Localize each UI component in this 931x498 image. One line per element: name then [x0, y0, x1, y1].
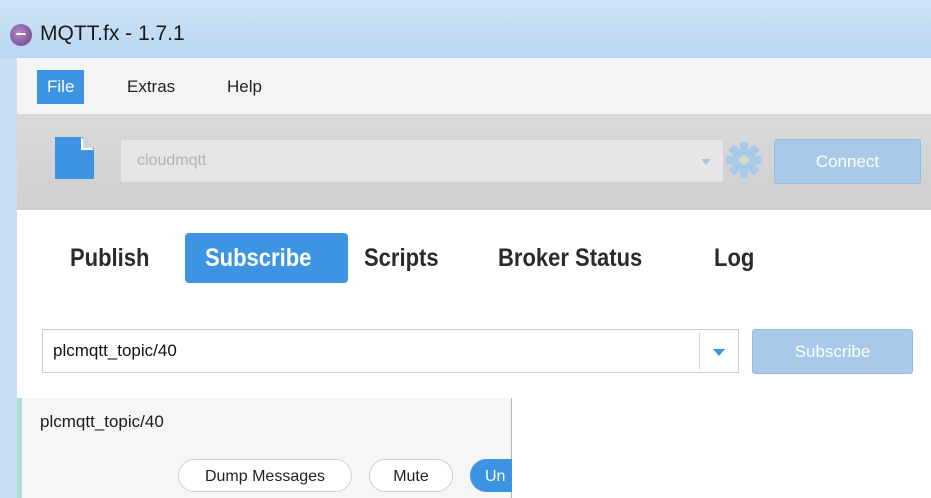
tab-log[interactable]: Log — [714, 233, 754, 283]
connection-profile-dropdown[interactable]: cloudmqtt — [120, 139, 724, 183]
window-border — [0, 58, 17, 498]
subscription-topic: plcmqtt_topic/40 — [40, 412, 164, 431]
mqttfx-logo-icon — [10, 24, 32, 46]
divider — [699, 333, 700, 369]
tab-publish[interactable]: Publish — [70, 233, 149, 283]
menu-help[interactable]: Help — [217, 70, 272, 104]
subscription-color-marker — [17, 398, 22, 498]
main-tabs: Publish Subscribe Scripts Broker Status … — [17, 210, 931, 315]
menu-extras[interactable]: Extras — [117, 70, 185, 104]
window-title: MQTT.fx - 1.7.1 — [40, 22, 185, 45]
subscribe-button[interactable]: Subscribe — [752, 329, 913, 374]
gear-icon[interactable] — [725, 141, 763, 179]
tab-subscribe[interactable]: Subscribe — [205, 233, 311, 283]
chevron-down-icon — [701, 159, 711, 165]
chevron-down-icon[interactable] — [713, 349, 725, 356]
connect-button[interactable]: Connect — [774, 139, 921, 184]
unsubscribe-button[interactable]: Un — [470, 459, 512, 492]
menu-bar: File Extras Help — [17, 58, 931, 114]
file-icon[interactable] — [55, 137, 94, 179]
tab-scripts[interactable]: Scripts — [364, 233, 439, 283]
mute-button[interactable]: Mute — [369, 459, 453, 492]
dump-messages-button[interactable]: Dump Messages — [178, 459, 352, 492]
menu-file[interactable]: File — [37, 70, 85, 104]
subscribe-topic-input[interactable] — [43, 330, 708, 372]
window-title-bar: MQTT.fx - 1.7.1 — [0, 0, 931, 58]
connection-toolbar: cloudmqtt Connect — [17, 114, 931, 211]
tab-broker-status[interactable]: Broker Status — [498, 233, 642, 283]
subscribe-topic-combo — [42, 329, 739, 373]
connection-profile-value: cloudmqtt — [137, 152, 207, 169]
